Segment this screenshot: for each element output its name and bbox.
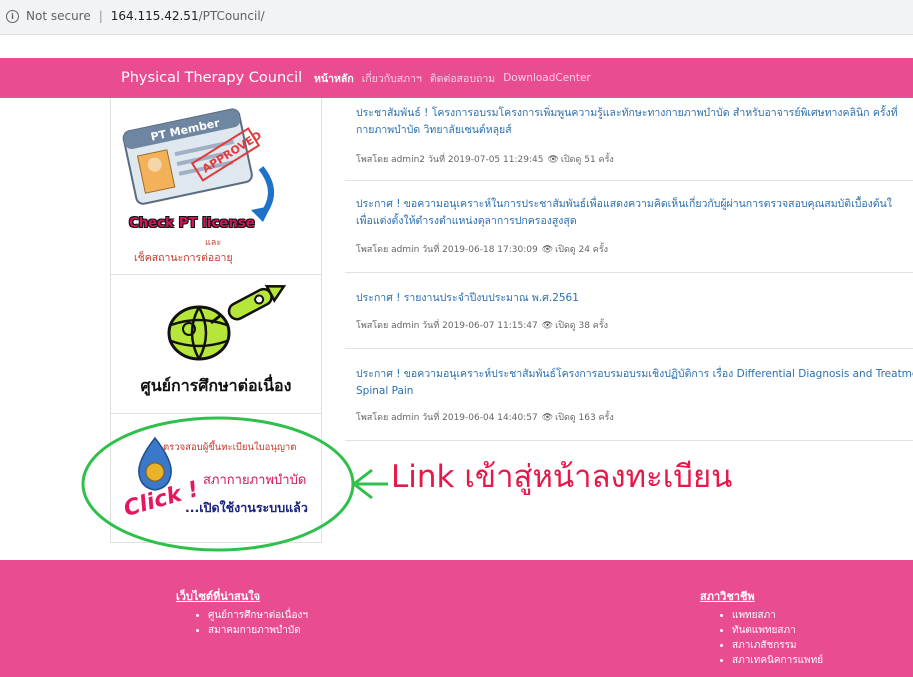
- footer: เว็บไซต์ที่น่าสนใจ ศูนย์การศึกษาต่อเนื่อ…: [0, 560, 913, 677]
- news-views: เปิดดู 24 ครั้ง: [555, 245, 609, 255]
- news-views: เปิดดู 38 ครั้ง: [555, 321, 609, 331]
- register-council-name: สภากายภาพบำบัด: [203, 473, 307, 488]
- annotation-text: Link เข้าสู่หน้าลงทะเบียน: [391, 459, 733, 495]
- nav-home[interactable]: หน้าหลัก: [314, 70, 354, 87]
- footer-link[interactable]: แพทยสภา: [732, 608, 823, 623]
- footer-list-left: ศูนย์การศึกษาต่อเนื่องฯ สมาคมกายภาพบำบัด: [176, 608, 308, 638]
- education-center-banner[interactable]: ศูนย์การศึกษาต่อเนื่อง: [111, 275, 321, 414]
- eye-icon: 👁: [541, 413, 554, 423]
- footer-link[interactable]: สภาเทคนิคการแพทย์: [732, 653, 823, 668]
- register-check-line1: ตรวจสอบผู้ขึ้นทะเบียนใบอนุญาต: [163, 442, 297, 453]
- news-posted-by: โพสโดย admin วันที่ 2019-06-04 14:40:57: [356, 413, 538, 423]
- url-path: /PTCouncil/: [198, 9, 265, 23]
- news-item: ประกาศ ! ขอความอนุเคราะห์ประชาสัมพันธ์โค…: [345, 366, 913, 441]
- info-icon[interactable]: i: [6, 9, 19, 23]
- footer-heading-professional-councils: สภาวิชาชีพ: [700, 590, 755, 603]
- footer-link[interactable]: ทันตแพทยสภา: [732, 623, 823, 638]
- annotation-arrow-head: [351, 468, 373, 500]
- url-separator: |: [98, 9, 103, 23]
- news-item: ประกาศ ! รายงานประจำปีงบประมาณ พ.ศ.2561 …: [345, 290, 913, 349]
- news-title-cont[interactable]: เพื่อแต่งตั้งให้ดำรงตำแหน่งตุลาการปกครอง…: [356, 213, 577, 230]
- eye-icon: 👁: [541, 245, 554, 255]
- news-title[interactable]: ประชาสัมพันธ์ ! โครงการอบรมโครงการเพิ่มพ…: [356, 105, 898, 122]
- news-title[interactable]: ประกาศ ! รายงานประจำปีงบประมาณ พ.ศ.2561: [356, 290, 579, 307]
- footer-links-left: เว็บไซต์ที่น่าสนใจ ศูนย์การศึกษาต่อเนื่อ…: [176, 587, 308, 638]
- check-license-and: และ: [205, 238, 222, 248]
- eye-icon: 👁: [547, 155, 559, 165]
- nav-download-center[interactable]: DownloadCenter: [503, 72, 591, 84]
- news-posted-by: โพสโดย admin วันที่ 2019-06-18 17:30:09: [356, 245, 538, 255]
- news-item: ประกาศ ! ขอความอนุเคราะห์ในการประชาสัมพั…: [345, 196, 913, 273]
- news-posted-by: โพสโดย admin2 วันที่ 2019-07-05 11:29:45: [356, 155, 544, 165]
- news-title-cont[interactable]: Spinal Pain: [356, 383, 413, 400]
- news-meta: โพสโดย admin วันที่ 2019-06-18 17:30:09 👁…: [356, 242, 608, 256]
- nav-about[interactable]: เกี่ยวกับสภาฯ: [362, 70, 422, 87]
- news-views: เปิดดู 163 ครั้ง: [555, 413, 614, 423]
- footer-links-right: สภาวิชาชีพ แพทยสภา ทันตแพทยสภา สภาเภสัชก…: [700, 587, 823, 668]
- news-views: เปิดดู 51 ครั้ง: [560, 155, 614, 165]
- news-title-cont[interactable]: กายภาพบำบัด วิทยาลัยเซนต์หลุยส์: [356, 122, 512, 139]
- registration-check-banner[interactable]: ตรวจสอบผู้ขึ้นทะเบียนใบอนุญาต สภากายภาพบ…: [111, 414, 321, 543]
- news-title[interactable]: ประกาศ ! ขอความอนุเคราะห์ประชาสัมพันธ์โค…: [356, 366, 913, 383]
- security-label: Not secure: [26, 9, 91, 23]
- news-meta: โพสโดย admin วันที่ 2019-06-07 11:15:47 👁…: [356, 318, 608, 332]
- globe-rocket-icon: [167, 285, 287, 361]
- url-host: 164.115.42.51: [110, 9, 199, 23]
- news-title[interactable]: ประกาศ ! ขอความอนุเคราะห์ในการประชาสัมพั…: [356, 196, 892, 213]
- education-center-label: ศูนย์การศึกษาต่อเนื่อง: [140, 376, 292, 395]
- top-navbar: Physical Therapy Council หน้าหลัก เกี่ยว…: [0, 58, 913, 98]
- check-license-title: Check PT license: [129, 216, 255, 231]
- license-check-banner[interactable]: PT Member APPROVED Check PT license และ …: [111, 98, 321, 275]
- browser-address-bar: i Not secure | 164.115.42.51/PTCouncil/: [0, 0, 913, 35]
- sidebar: PT Member APPROVED Check PT license และ …: [110, 98, 322, 543]
- footer-link[interactable]: ศูนย์การศึกษาต่อเนื่องฯ: [208, 608, 308, 623]
- news-item: ประชาสัมพันธ์ ! โครงการอบรมโครงการเพิ่มพ…: [345, 98, 913, 181]
- footer-list-right: แพทยสภา ทันตแพทยสภา สภาเภสัชกรรม สภาเทคน…: [700, 608, 823, 668]
- news-meta: โพสโดย admin วันที่ 2019-06-04 14:40:57 👁…: [356, 410, 614, 424]
- nav-menu: หน้าหลัก เกี่ยวกับสภาฯ ติดต่อสอบถาม Down…: [314, 58, 599, 98]
- check-renewal-subtitle: เช็คสถานะการต่ออายุ: [134, 252, 233, 264]
- news-meta: โพสโดย admin2 วันที่ 2019-07-05 11:29:45…: [356, 152, 614, 166]
- register-open-line: ...เปิดใช้งานระบบแล้ว: [185, 500, 308, 515]
- news-posted-by: โพสโดย admin วันที่ 2019-06-07 11:15:47: [356, 321, 538, 331]
- brand-link[interactable]: Physical Therapy Council: [121, 58, 302, 98]
- eye-icon: 👁: [541, 321, 554, 331]
- footer-link[interactable]: สมาคมกายภาพบำบัด: [208, 623, 308, 638]
- nav-contact[interactable]: ติดต่อสอบถาม: [430, 70, 495, 87]
- footer-heading-interesting-sites: เว็บไซต์ที่น่าสนใจ: [176, 590, 261, 603]
- footer-link[interactable]: สภาเภสัชกรรม: [732, 638, 823, 653]
- url-bar[interactable]: i Not secure | 164.115.42.51/PTCouncil/: [6, 5, 906, 27]
